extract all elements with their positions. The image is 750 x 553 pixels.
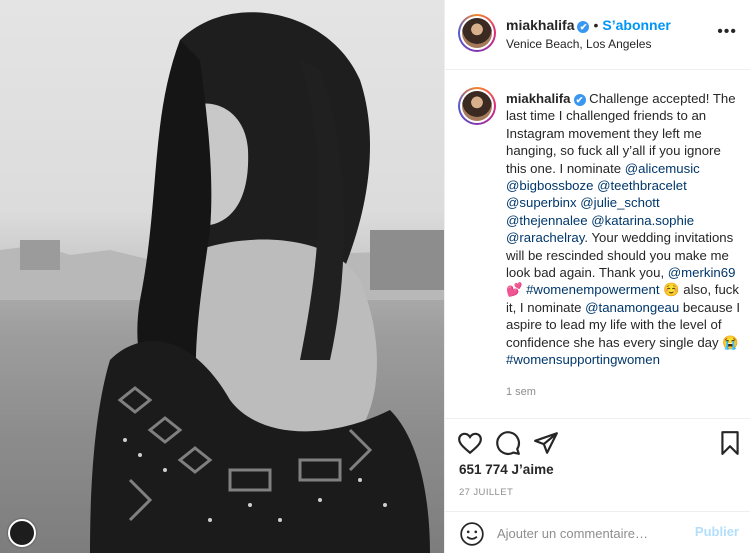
hashtag-link[interactable]: #womensupportingwomen: [506, 352, 660, 367]
heart-icon[interactable]: [457, 430, 483, 456]
hashtag-link[interactable]: #womenempowerment: [526, 282, 659, 297]
caption-time-ago[interactable]: 1 sem: [506, 386, 536, 398]
mention-link[interactable]: @alicemusic: [625, 161, 700, 176]
mention-link[interactable]: @superbinx: [506, 195, 577, 210]
share-icon[interactable]: [533, 430, 559, 456]
post-photo-image: [0, 12, 444, 553]
like-count[interactable]: 651 774 J’aime: [459, 462, 554, 477]
verified-badge-icon: ✔: [573, 94, 586, 106]
mention-link[interactable]: @katarina.sophie: [591, 213, 694, 228]
more-horizontal-icon[interactable]: •••: [717, 24, 737, 40]
mention-link[interactable]: @julie_schott: [580, 195, 659, 210]
post-location[interactable]: Venice Beach, Los Angeles: [506, 37, 651, 51]
comment-icon[interactable]: [495, 430, 521, 456]
separator-dot: •: [593, 17, 599, 33]
mention-link[interactable]: @tanamongeau: [585, 300, 679, 315]
post-date[interactable]: 27 JUILLET: [459, 487, 513, 498]
verified-badge-icon: ✔: [577, 21, 590, 33]
emoji-icon[interactable]: [459, 521, 485, 547]
mention-link[interactable]: @thejennalee: [506, 213, 588, 228]
publish-button[interactable]: Publier: [695, 524, 739, 539]
author-line: miakhalifa ✔ • S’abonner: [506, 17, 671, 33]
caption-author-avatar[interactable]: [458, 87, 496, 125]
mention-link[interactable]: @teethbracelet: [597, 178, 687, 193]
mention-link[interactable]: @merkin69: [668, 265, 736, 280]
bookmark-icon[interactable]: [717, 430, 743, 456]
post-caption: miakhalifa ✔ Challenge accepted! The last…: [506, 90, 744, 369]
caption-username[interactable]: miakhalifa: [506, 91, 571, 106]
post-actions: 651 774 J’aime 27 JUILLET Publier: [445, 418, 750, 553]
author-avatar[interactable]: [458, 14, 496, 52]
follow-button[interactable]: S’abonner: [602, 17, 670, 33]
crying-emoji-icon: 😭: [722, 334, 739, 350]
post-side-panel: miakhalifa ✔ • S’abonner Venice Beach, Los …: [444, 0, 750, 553]
two-hearts-emoji-icon: 💕: [506, 282, 523, 298]
post-header: miakhalifa ✔ • S’abonner Venice Beach, Los …: [445, 0, 750, 70]
tagged-user-avatar[interactable]: [8, 519, 36, 547]
smiling-emoji-icon: ☺️: [663, 282, 680, 298]
post-photo[interactable]: [0, 0, 444, 553]
author-username[interactable]: miakhalifa: [506, 17, 574, 33]
comment-bar: Publier: [445, 511, 750, 553]
mention-link[interactable]: @rarachelray: [506, 230, 584, 245]
comment-input[interactable]: [497, 523, 677, 543]
mention-link[interactable]: @bigbossboze: [506, 178, 593, 193]
